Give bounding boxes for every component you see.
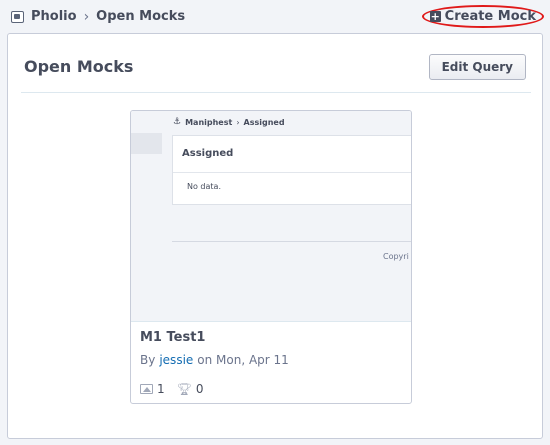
mock-title[interactable]: M1 Test1 [140, 330, 205, 345]
thumbnail-crumb-current: Assigned [243, 117, 285, 127]
mock-byline: By jessie on Mon, Apr 11 [140, 353, 289, 367]
page-title: Open Mocks [24, 57, 134, 76]
thumbnail-footer-text: Copyri [383, 252, 409, 261]
create-mock-label: Create Mock [444, 9, 536, 24]
breadcrumb-separator: › [83, 8, 90, 25]
mock-thumbnail[interactable]: ⚓ Maniphest › Assigned Assigned No data.… [131, 111, 411, 322]
edit-query-button[interactable]: Edit Query [428, 53, 526, 80]
mock-card[interactable]: ⚓ Maniphest › Assigned Assigned No data.… [130, 110, 412, 404]
token-count: 0 [195, 382, 204, 396]
image-icon [140, 384, 153, 394]
thumbnail-divider [173, 172, 411, 173]
thumbnail-box: Assigned No data. [172, 135, 411, 205]
trophy-icon: 🏆︎ [176, 382, 192, 396]
thumbnail-empty-text: No data. [187, 182, 221, 191]
thumbnail-box-title: Assigned [182, 148, 234, 159]
open-mocks-panel: Open Mocks Edit Query ⚓ Maniphest › Assi… [7, 33, 543, 439]
thumbnail-sidebar [131, 133, 162, 154]
top-bar: Pholio › Open Mocks + Create Mock [0, 0, 550, 33]
thumbnail-crumb-separator: › [236, 117, 240, 127]
thumbnail-footer-rule [172, 241, 411, 242]
author-link[interactable]: jessie [159, 353, 193, 367]
breadcrumb: Pholio › Open Mocks [11, 9, 185, 25]
plus-square-icon: + [429, 10, 441, 23]
image-count: 1 [157, 382, 165, 396]
byline-date: on Mon, Apr 11 [197, 353, 289, 367]
breadcrumb-app[interactable]: Pholio [31, 9, 77, 24]
anchor-icon: ⚓ [173, 117, 182, 127]
mock-stats: 1 🏆︎ 0 [140, 382, 204, 396]
panel-header: Open Mocks Edit Query [21, 47, 531, 93]
create-mock-button[interactable]: + Create Mock [421, 5, 544, 28]
pholio-icon [11, 10, 24, 23]
thumbnail-breadcrumb: ⚓ Maniphest › Assigned [173, 117, 285, 127]
thumbnail-crumb-app: Maniphest [185, 117, 233, 127]
breadcrumb-current[interactable]: Open Mocks [96, 9, 185, 24]
byline-prefix: By [140, 353, 156, 367]
